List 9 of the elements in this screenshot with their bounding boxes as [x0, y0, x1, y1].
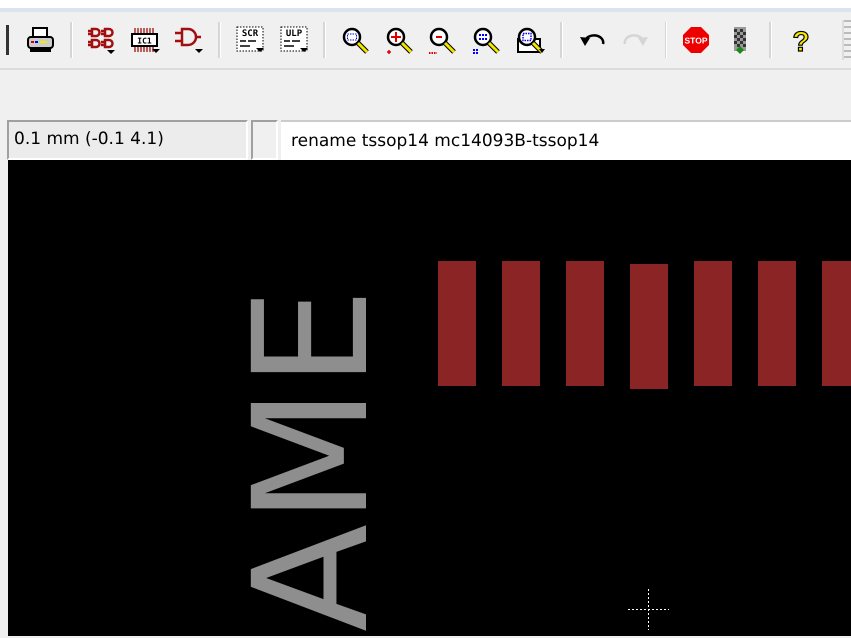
- status-box: [251, 120, 278, 160]
- crosshair-cursor: [628, 589, 669, 630]
- toolbar-grip[interactable]: [6, 25, 9, 55]
- coordinate-display: 0.1 mm (-0.1 4.1): [7, 120, 248, 160]
- command-field[interactable]: rename tssop14 mc14093B-tssop14: [281, 120, 851, 160]
- name-label: AME: [233, 288, 391, 632]
- redo-icon: [622, 33, 649, 47]
- toolbar-grip[interactable]: [842, 20, 851, 60]
- undo-icon: [578, 33, 605, 47]
